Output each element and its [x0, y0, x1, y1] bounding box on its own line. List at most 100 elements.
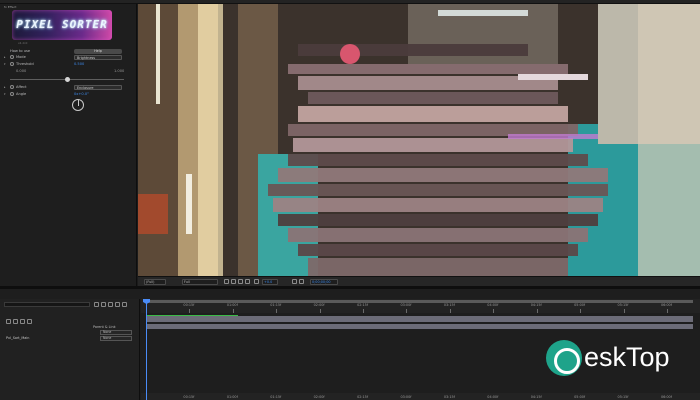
ruler-tick-label: 01:00f: [226, 395, 238, 399]
ruler-tick-label: 03:15f: [443, 303, 455, 307]
mask-visibility-icon[interactable]: [238, 279, 243, 284]
angle-dial-icon[interactable]: [72, 99, 84, 111]
layer-duration-bar-2[interactable]: [146, 324, 693, 329]
angle-label: Angle: [16, 92, 27, 96]
mode-expand-icon[interactable]: ▸: [4, 55, 6, 59]
ruler-tick-label: 05:00f: [574, 303, 586, 307]
ruler-tick-mark: [363, 309, 364, 313]
layer-duration-bar[interactable]: [146, 316, 693, 322]
audio-toggle-icon[interactable]: [13, 319, 18, 324]
mode-dropdown[interactable]: Brightness: [74, 55, 122, 60]
video-toggle-icon[interactable]: [6, 319, 11, 324]
ruler-tick-label: 05:15f: [617, 395, 629, 399]
logo-version: v1.0.0: [18, 41, 28, 45]
motion-blur-icon[interactable]: [115, 301, 120, 307]
angle-dial-hand: [78, 100, 79, 106]
draft-3d-icon[interactable]: [94, 301, 99, 307]
ruler-tick-mark: [623, 309, 625, 313]
ruler-tick-label: 04:15f: [530, 395, 542, 399]
threshold-min: 0.000: [16, 69, 27, 73]
parent-dropdown-2[interactable]: None: [100, 336, 132, 341]
ruler-tick-mark: [666, 309, 668, 313]
show-snapshot-icon[interactable]: [299, 279, 304, 284]
ruler-tick-mark: [189, 309, 190, 313]
region-of-interest-icon[interactable]: [224, 279, 229, 284]
affect-dropdown[interactable]: Enclosure: [74, 85, 122, 90]
ruler-tick-label: 04:00f: [487, 303, 499, 307]
affect-label: Affect: [16, 85, 27, 89]
frame-blending-icon[interactable]: [108, 301, 113, 307]
angle-value[interactable]: 0x+0.0°: [74, 92, 89, 96]
resolution-dropdown[interactable]: Full: [182, 278, 218, 285]
ruler-tick-label: 01:15f: [270, 303, 282, 307]
transparency-grid-icon[interactable]: [231, 279, 236, 284]
zoom-dropdown[interactable]: (Full): [144, 278, 166, 285]
how-to-use-label: How to use: [10, 49, 31, 53]
ruler-tick-label: 06:00f: [660, 303, 672, 307]
ruler-tick-mark: [580, 309, 581, 313]
ruler-tick-mark: [449, 309, 451, 313]
ruler-tick-mark: [406, 309, 408, 313]
viewer-toolbar: (Full) Full +0.0 0;00;00;00: [138, 276, 700, 286]
ruler-tick-label: 02:00f: [313, 303, 325, 307]
ruler-tick-label: 00:15f: [183, 395, 195, 399]
ruler-tick-label: 03:00f: [400, 395, 412, 399]
grid-guides-icon[interactable]: [245, 279, 250, 284]
layer-search-input[interactable]: [4, 302, 90, 307]
threshold-label: Threshold: [16, 62, 34, 66]
ruler-tick-label: 06:00f: [660, 395, 672, 399]
parent-dropdown-1[interactable]: None: [100, 330, 132, 335]
affect-expand-icon[interactable]: ▸: [4, 85, 6, 89]
ruler-tick-label: 05:00f: [574, 395, 586, 399]
ruler-tick-mark: [319, 309, 321, 313]
ruler-tick-label: 02:15f: [357, 395, 369, 399]
angle-expand-icon[interactable]: ▾: [4, 92, 6, 96]
watermark-logo-icon: [546, 340, 582, 376]
ruler-tick-label: 00:15f: [183, 303, 195, 307]
current-time-display[interactable]: 0;00;00;00: [310, 278, 338, 285]
solo-toggle-icon[interactable]: [20, 319, 25, 324]
threshold-stopwatch-icon[interactable]: [10, 62, 14, 66]
pixel-sorter-logo: PIXEL SORTER: [12, 10, 112, 40]
ruler-tick-label: 03:15f: [443, 395, 455, 399]
lock-toggle-icon[interactable]: [27, 319, 32, 324]
ruler-tick-label: 04:00f: [487, 395, 499, 399]
ruler-tick-label: 02:15f: [357, 303, 369, 307]
angle-stopwatch-icon[interactable]: [10, 92, 14, 96]
mode-stopwatch-icon[interactable]: [10, 55, 14, 59]
watermark-text: eskTop: [584, 342, 670, 372]
ruler-tick-label: 02:00f: [313, 395, 325, 399]
threshold-slider-knob[interactable]: [64, 76, 70, 82]
layer-name[interactable]: Pxl_Sort_Main: [6, 336, 29, 340]
ruler-tick-mark: [493, 309, 494, 313]
time-navigator[interactable]: [141, 393, 700, 400]
help-button[interactable]: Help: [74, 49, 122, 54]
threshold-value[interactable]: 0.500: [74, 62, 84, 66]
mode-label: Mode: [16, 55, 26, 59]
ruler-tick-mark: [276, 309, 277, 313]
desktop-watermark: eskTop: [546, 338, 696, 388]
layer-list-panel: Parent & Link Pxl_Sort_Main None None: [0, 299, 140, 400]
ruler-tick-label: 05:15f: [617, 303, 629, 307]
effect-controls-panel: fx Effect PIXEL SORTER v1.0.0 How to use…: [0, 4, 137, 286]
exposure-readout[interactable]: +0.0: [262, 278, 278, 285]
playhead-line[interactable]: [146, 299, 147, 400]
shy-layers-icon[interactable]: [101, 301, 106, 307]
threshold-max: 1.000: [114, 69, 125, 73]
snapshot-icon[interactable]: [292, 279, 297, 284]
composition-viewer[interactable]: [138, 4, 700, 276]
ruler-tick-mark: [536, 309, 538, 313]
pixel-sorted-frame-image: [138, 4, 700, 276]
ruler-tick-label: 01:00f: [226, 303, 238, 307]
graph-editor-icon[interactable]: [122, 301, 127, 307]
ruler-tick-label: 03:00f: [400, 303, 412, 307]
threshold-expand-icon[interactable]: ▾: [4, 62, 6, 66]
color-channel-icon[interactable]: [254, 279, 259, 284]
ruler-tick-label: 04:15f: [530, 303, 542, 307]
affect-stopwatch-icon[interactable]: [10, 85, 14, 89]
logo-text: PIXEL SORTER: [16, 18, 108, 31]
ruler-tick-label: 01:15f: [270, 395, 282, 399]
parent-link-header: Parent & Link: [93, 325, 116, 329]
panel-title: fx Effect: [4, 5, 17, 9]
ruler-tick-mark: [232, 309, 234, 313]
